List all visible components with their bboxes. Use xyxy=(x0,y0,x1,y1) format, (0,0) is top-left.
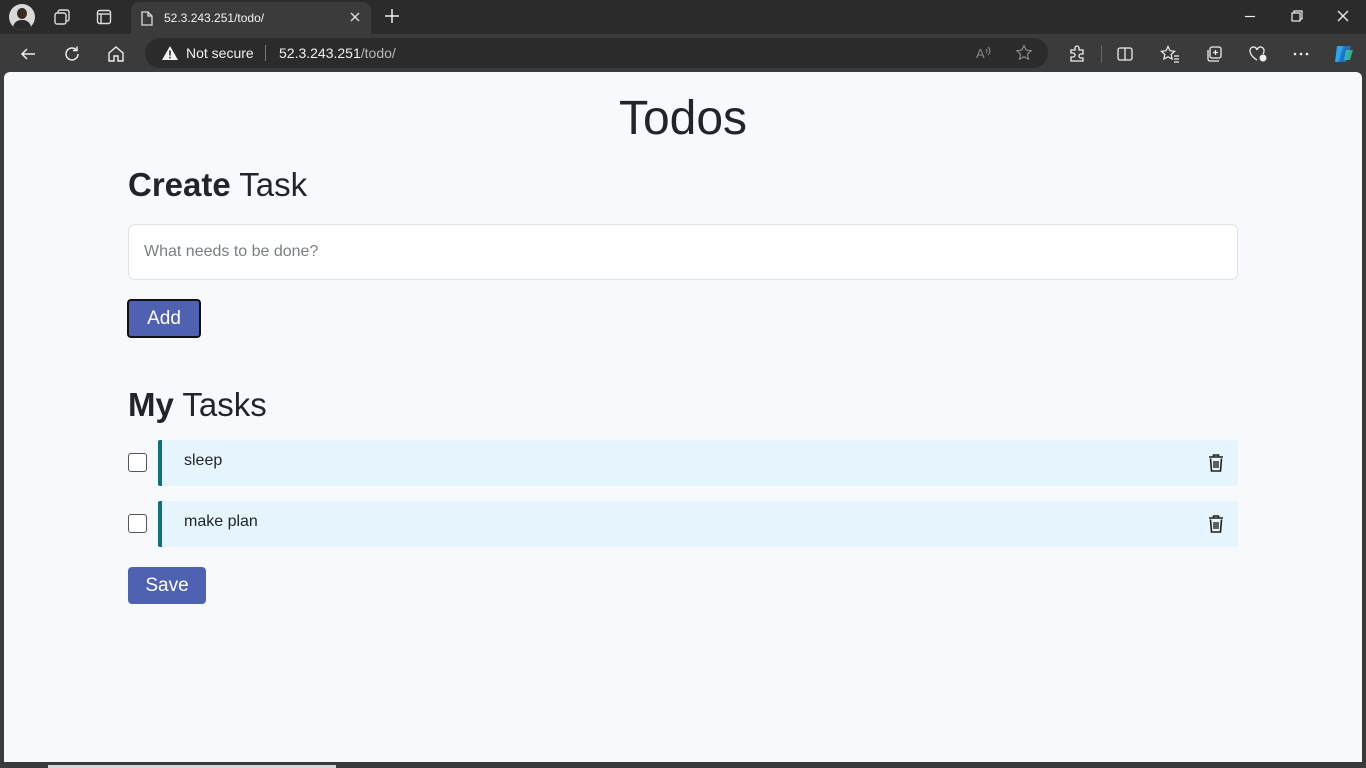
tab-title: 52.3.243.251/todo/ xyxy=(164,11,265,25)
browser-title-bar: 52.3.243.251/todo/ xyxy=(0,0,1366,34)
split-screen-icon[interactable] xyxy=(1114,43,1136,65)
task-text: make plan xyxy=(184,513,258,530)
warning-icon[interactable] xyxy=(161,45,179,66)
new-tab-icon[interactable] xyxy=(383,7,401,30)
toolbar-divider xyxy=(1101,45,1102,63)
page-title: Todos xyxy=(618,92,748,145)
trash-icon[interactable] xyxy=(1208,453,1224,473)
task-checkbox[interactable] xyxy=(128,453,147,472)
profile-avatar[interactable] xyxy=(9,4,35,30)
save-button[interactable]: Save xyxy=(128,567,206,604)
create-heading-bold: Create xyxy=(128,166,231,203)
workspaces-icon[interactable] xyxy=(52,7,72,27)
task-text: sleep xyxy=(184,452,223,469)
task-row: make plan xyxy=(128,501,1238,547)
tab-actions-icon[interactable] xyxy=(94,7,114,27)
divider xyxy=(265,45,266,61)
browser-essentials-icon[interactable] xyxy=(1247,43,1269,65)
task-input[interactable] xyxy=(128,224,1238,280)
trash-icon[interactable] xyxy=(1208,514,1224,534)
url-path: /todo/ xyxy=(360,45,396,61)
tasks-heading-rest: Tasks xyxy=(173,386,267,423)
page-icon xyxy=(141,11,153,31)
more-options-icon[interactable] xyxy=(1290,43,1312,65)
address-bar[interactable]: Not secure 52.3.243.251/todo/ A xyxy=(145,38,1048,68)
refresh-icon[interactable] xyxy=(61,43,83,65)
copilot-icon[interactable] xyxy=(1331,41,1357,67)
collections-icon[interactable] xyxy=(1203,43,1225,65)
task-checkbox[interactable] xyxy=(128,514,147,533)
close-window-icon[interactable] xyxy=(1335,8,1351,29)
svg-text:A: A xyxy=(976,46,985,61)
restore-icon[interactable] xyxy=(1289,8,1305,29)
extensions-icon[interactable] xyxy=(1066,43,1088,65)
task-card: make plan xyxy=(158,501,1238,547)
favorites-icon[interactable] xyxy=(1159,43,1181,65)
add-button[interactable]: Add xyxy=(127,299,201,338)
security-label[interactable]: Not secure xyxy=(186,45,254,61)
task-card: sleep xyxy=(158,440,1238,486)
browser-tab-active[interactable]: 52.3.243.251/todo/ xyxy=(131,2,371,34)
task-row: sleep xyxy=(128,440,1238,486)
minimize-icon[interactable] xyxy=(1242,8,1258,29)
tasks-heading-bold: My xyxy=(128,386,174,423)
back-icon[interactable] xyxy=(17,43,39,65)
page-viewport: Todos Create Task Add My Tasks sleep mak… xyxy=(4,72,1362,762)
my-tasks-heading: My Tasks xyxy=(128,386,267,424)
close-tab-icon[interactable] xyxy=(347,9,363,30)
browser-toolbar: Not secure 52.3.243.251/todo/ A xyxy=(0,34,1366,72)
create-task-heading: Create Task xyxy=(128,166,307,204)
url-text[interactable]: 52.3.243.251/todo/ xyxy=(279,45,396,61)
home-icon[interactable] xyxy=(105,43,127,65)
favorite-star-icon[interactable] xyxy=(1015,44,1033,67)
read-aloud-icon[interactable]: A xyxy=(975,44,993,67)
url-host: 52.3.243.251 xyxy=(279,45,361,61)
taskbar-strip xyxy=(0,762,1366,768)
create-heading-rest: Task xyxy=(230,166,308,203)
